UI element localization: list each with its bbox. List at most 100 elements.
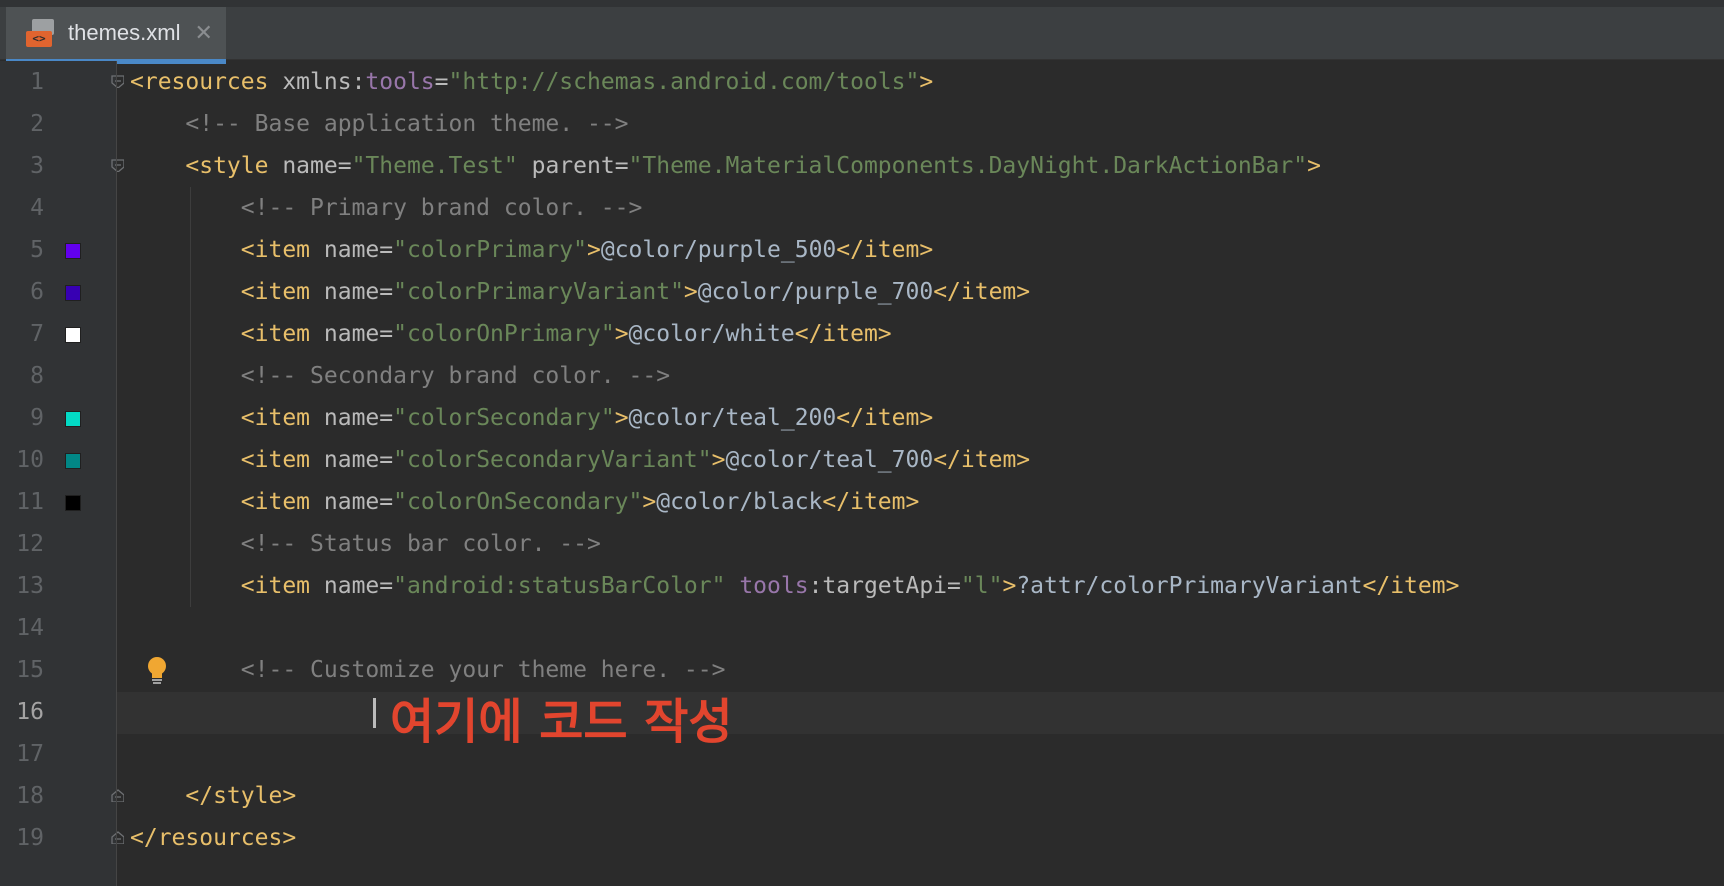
- code-line[interactable]: <item name="colorOnPrimary">@color/white…: [130, 313, 892, 355]
- code-area[interactable]: <resources xmlns:tools="http://schemas.a…: [117, 61, 1724, 886]
- code-line[interactable]: <!-- Primary brand color. -->: [130, 187, 643, 229]
- code-token: >: [614, 321, 629, 347]
- tab-label: themes.xml: [68, 20, 181, 45]
- code-token: <!-- Base application theme. -->: [130, 111, 629, 137]
- code-token: =: [379, 489, 394, 515]
- code-token: "l": [960, 573, 1003, 599]
- color-swatch-icon[interactable]: [65, 243, 81, 259]
- code-token: <item: [130, 573, 324, 599]
- code-line[interactable]: <!-- Base application theme. -->: [130, 103, 629, 145]
- code-line[interactable]: <item name="android:statusBarColor" tool…: [130, 565, 1460, 607]
- code-token: name: [323, 237, 380, 263]
- code-token: <style: [130, 153, 283, 179]
- current-line-highlight: [117, 692, 1724, 734]
- line-number[interactable]: 7: [0, 313, 44, 355]
- code-token: <!-- Secondary brand color. -->: [130, 363, 671, 389]
- code-token: =: [379, 279, 394, 305]
- code-token: </item>: [822, 489, 920, 515]
- code-line[interactable]: <item name="colorPrimary">@color/purple_…: [130, 229, 933, 271]
- code-line[interactable]: <!-- Customize your theme here. -->: [130, 649, 726, 691]
- line-number[interactable]: 13: [0, 565, 44, 607]
- code-line[interactable]: <item name="colorOnSecondary">@color/bla…: [130, 481, 920, 523]
- line-number[interactable]: 9: [0, 397, 44, 439]
- code-token: "Theme.MaterialComponents.DayNight.DarkA…: [628, 153, 1308, 179]
- code-line[interactable]: <item name="colorSecondaryVariant">@colo…: [130, 439, 1030, 481]
- code-token: =: [434, 69, 449, 95]
- code-token: <item: [130, 489, 324, 515]
- code-token: <item: [130, 405, 324, 431]
- code-token: @color/white: [628, 321, 795, 347]
- line-number[interactable]: 18: [0, 775, 44, 817]
- code-token: name: [282, 153, 338, 179]
- line-number[interactable]: 4: [0, 187, 44, 229]
- line-number[interactable]: 6: [0, 271, 44, 313]
- code-token: =: [614, 153, 629, 179]
- code-token: "colorOnSecondary": [393, 489, 643, 515]
- code-token: name: [323, 573, 380, 599]
- code-token: </style>: [130, 783, 297, 809]
- line-number[interactable]: 19: [0, 817, 44, 859]
- color-swatch-icon[interactable]: [65, 411, 81, 427]
- code-token: "colorOnPrimary": [393, 321, 615, 347]
- code-token: </item>: [1362, 573, 1460, 599]
- code-token: =: [337, 153, 352, 179]
- code-token: "colorSecondary": [393, 405, 615, 431]
- code-token: name: [323, 489, 380, 515]
- code-token: "colorPrimaryVariant": [393, 279, 684, 305]
- close-icon[interactable]: ✕: [194, 21, 212, 46]
- line-number[interactable]: 16: [0, 691, 44, 733]
- code-token: <!-- Customize your theme here. -->: [130, 657, 726, 683]
- code-token: "android:statusBarColor": [393, 573, 740, 599]
- code-token: </item>: [836, 237, 934, 263]
- code-token: tools: [739, 573, 809, 599]
- code-token: tools: [365, 69, 435, 95]
- code-line[interactable]: <!-- Status bar color. -->: [130, 523, 601, 565]
- code-token: >: [711, 447, 726, 473]
- text-caret: [373, 698, 376, 728]
- annotation-write-code-here: 여기에 코드 작성: [390, 694, 733, 750]
- line-number[interactable]: 3: [0, 145, 44, 187]
- line-number[interactable]: 2: [0, 103, 44, 145]
- xml-badge: <>: [26, 31, 52, 47]
- code-line[interactable]: <item name="colorSecondary">@color/teal_…: [130, 397, 933, 439]
- line-gutter: 1 2 3 4 5 6 7 8 9 10 11 12 13 14 15 16 17 18 19: [0, 61, 166, 886]
- code-token: name: [323, 405, 380, 431]
- code-token: <resources: [130, 69, 283, 95]
- code-token: <!-- Status bar color. -->: [130, 531, 601, 557]
- line-number[interactable]: 1: [0, 61, 44, 103]
- line-number[interactable]: 17: [0, 733, 44, 775]
- code-token: >: [1307, 153, 1321, 179]
- code-token: </item>: [836, 405, 934, 431]
- code-line[interactable]: <!-- Secondary brand color. -->: [130, 355, 670, 397]
- line-number[interactable]: 11: [0, 481, 44, 523]
- line-number[interactable]: 5: [0, 229, 44, 271]
- code-line[interactable]: <resources xmlns:tools="http://schemas.a…: [130, 61, 933, 103]
- line-number[interactable]: 14: [0, 607, 44, 649]
- color-swatch-icon[interactable]: [65, 285, 81, 301]
- line-number[interactable]: 8: [0, 355, 44, 397]
- code-line[interactable]: </style>: [130, 775, 296, 817]
- code-token: name: [323, 447, 380, 473]
- code-token: <item: [130, 279, 324, 305]
- code-token: >: [919, 69, 934, 95]
- xml-file-icon: <>: [24, 17, 56, 49]
- color-swatch-icon[interactable]: [65, 327, 81, 343]
- code-line[interactable]: <style name="Theme.Test" parent="Theme.M…: [130, 145, 1321, 187]
- code-line[interactable]: <item name="colorPrimaryVariant">@color/…: [130, 271, 1030, 313]
- line-number[interactable]: 10: [0, 439, 44, 481]
- code-token: parent: [531, 153, 615, 179]
- code-editor[interactable]: 1 2 3 4 5 6 7 8 9 10 11 12 13 14 15 16 17 18 19 <resources…: [0, 61, 1724, 886]
- code-line[interactable]: </resources>: [130, 817, 296, 859]
- editor-tab-bar: <> themes.xml ✕: [0, 0, 1724, 64]
- code-token: @color/purple_500: [600, 237, 837, 263]
- color-swatch-icon[interactable]: [65, 495, 81, 511]
- line-number[interactable]: 12: [0, 523, 44, 565]
- line-number[interactable]: 15: [0, 649, 44, 691]
- code-token: </item>: [933, 279, 1031, 305]
- tab-themes-xml[interactable]: <> themes.xml ✕: [6, 7, 226, 64]
- code-token: name: [323, 321, 380, 347]
- color-swatch-icon[interactable]: [65, 453, 81, 469]
- code-token: :targetApi: [808, 573, 948, 599]
- code-token: <item: [130, 237, 324, 263]
- code-token: >: [683, 279, 698, 305]
